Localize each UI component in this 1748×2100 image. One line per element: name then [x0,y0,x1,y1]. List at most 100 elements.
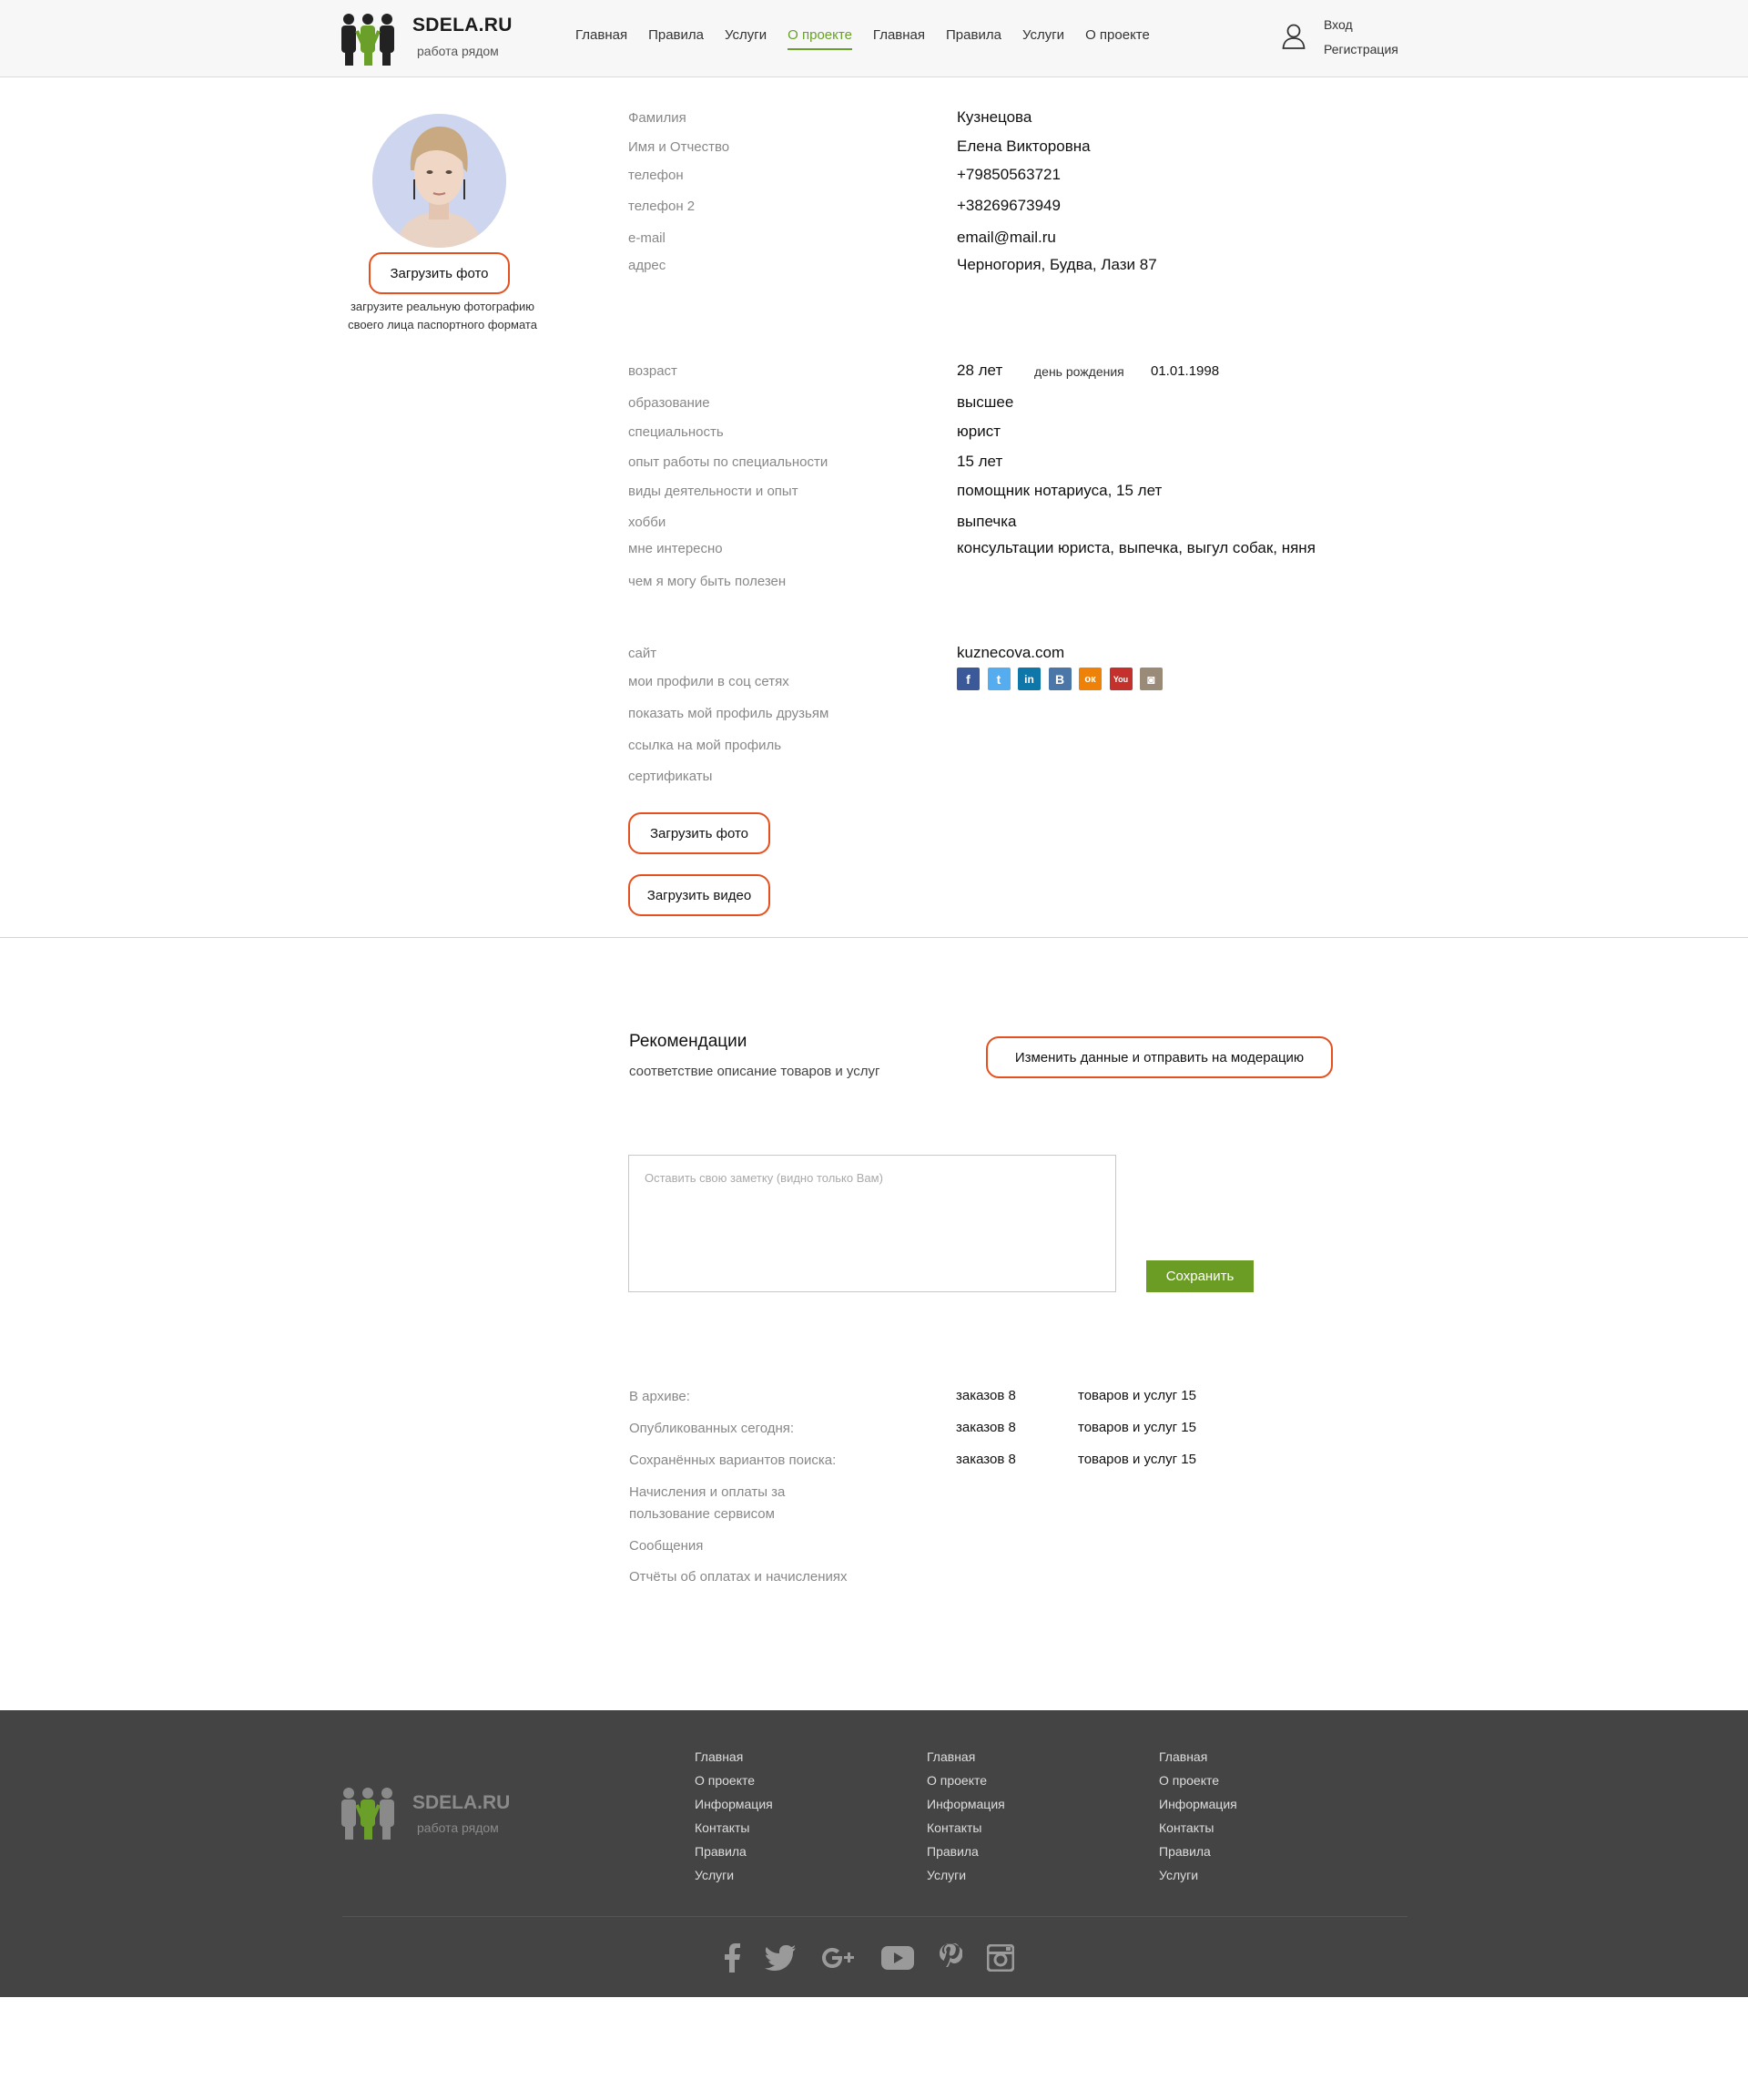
footer-brand: SDELA.RU [412,1792,511,1813]
vk-icon[interactable]: В [1048,668,1072,690]
phone-value: +79850563721 [957,166,1061,183]
lastname-label: Фамилия [628,110,686,126]
nav-item-rules[interactable]: Правила [648,27,704,50]
footer-link-contacts[interactable]: Контакты [695,1816,773,1840]
interests-label: мне интересно [628,541,723,556]
linkedin-icon[interactable]: in [1018,668,1041,690]
lastname-value: Кузнецова [957,108,1032,126]
footer-link-home[interactable]: Главная [1159,1745,1237,1769]
certificates-label: сертификаты [628,769,713,784]
hobby-label: хобби [628,515,666,530]
footer-link-about[interactable]: О проекте [927,1769,1005,1792]
phone2-value: +38269673949 [957,197,1061,214]
moderation-button[interactable]: Изменить данные и отправить на модерацию [986,1036,1333,1078]
footer-link-info[interactable]: Информация [695,1792,773,1816]
footer-link-services[interactable]: Услуги [1159,1863,1237,1887]
footer-link-contacts[interactable]: Контакты [927,1816,1005,1840]
google-plus-icon[interactable] [820,1940,857,1976]
upload-photo-button[interactable]: Загрузить фото [369,252,510,294]
save-button[interactable]: Сохранить [1146,1260,1254,1292]
logo-people-icon [341,14,394,66]
nav-item-rules-2[interactable]: Правила [946,27,1001,50]
footer-column-3: Главная О проекте Информация Контакты Пр… [1159,1745,1237,1887]
footer-column-1: Главная О проекте Информация Контакты Пр… [695,1745,773,1887]
footer-link-info[interactable]: Информация [1159,1792,1237,1816]
footer-social-icons [724,1940,1039,1976]
pinterest-icon[interactable] [939,1940,962,1976]
instagram-icon[interactable] [987,1940,1014,1976]
odnoklassniki-icon[interactable]: ок [1079,668,1102,690]
twitter-icon[interactable] [765,1940,796,1976]
show-friends-label[interactable]: показать мой профиль друзьям [628,706,828,721]
user-icon[interactable] [1282,24,1306,49]
footer-link-home[interactable]: Главная [927,1745,1005,1769]
payments-link[interactable]: Начисления и оплаты за пользование серви… [629,1482,838,1525]
footer-logo-icon[interactable] [340,1785,396,1841]
email-value: email@mail.ru [957,229,1056,246]
footer-divider [342,1916,1408,1917]
education-value: высшее [957,393,1014,411]
stat-archive-label[interactable]: В архиве: [629,1386,690,1408]
address-label: адрес [628,258,666,273]
register-link[interactable]: Регистрация [1324,42,1398,56]
useful-label: чем я могу быть полезен [628,574,787,589]
footer-link-rules[interactable]: Правила [927,1840,1005,1863]
stat-published-goods: товаров и услуг 15 [1078,1420,1196,1435]
auth-block: Вход Регистрация [1282,15,1428,64]
nav-item-about-2[interactable]: О проекте [1085,27,1150,50]
recommendations-subtitle: соответствие описание товаров и услуг [629,1064,880,1079]
nav-item-home-2[interactable]: Главная [873,27,925,50]
footer-link-home[interactable]: Главная [695,1745,773,1769]
footer-link-rules[interactable]: Правила [695,1840,773,1863]
activities-label: виды деятельности и опыт [628,484,798,499]
facebook-icon[interactable] [724,1940,740,1976]
birthday-value: 01.01.1998 [1151,363,1220,379]
footer-link-info[interactable]: Информация [927,1792,1005,1816]
payment-reports-link[interactable]: Отчёты об оплатах и начислениях [629,1566,847,1588]
stat-published-label[interactable]: Опубликованных сегодня: [629,1418,794,1440]
messages-link[interactable]: Сообщения [629,1535,703,1557]
nav-item-services[interactable]: Услуги [725,27,767,50]
youtube-icon[interactable] [881,1940,914,1976]
email-label: e-mail [628,230,666,246]
instagram-icon[interactable]: ◙ [1140,668,1163,690]
note-input[interactable] [628,1155,1116,1292]
footer-link-rules[interactable]: Правила [1159,1840,1237,1863]
recommendations-title: Рекомендации [629,1032,747,1051]
birthday-label: день рождения [1034,364,1124,379]
age-label: возраст [628,363,677,379]
nav-item-about[interactable]: О проекте [788,27,852,50]
facebook-icon[interactable]: f [957,668,980,690]
twitter-icon[interactable]: t [987,668,1011,690]
stat-saved-search-goods: товаров и услуг 15 [1078,1452,1196,1467]
phone2-label: телефон 2 [628,199,696,214]
footer-tagline: работа рядом [417,1820,499,1835]
footer-link-services[interactable]: Услуги [695,1863,773,1887]
stat-saved-search-orders: заказов 8 [956,1452,1016,1467]
footer-link-services[interactable]: Услуги [927,1863,1005,1887]
profile-link-label[interactable]: ссылка на мой профиль [628,738,781,753]
nav-item-services-2[interactable]: Услуги [1022,27,1064,50]
nav-item-home[interactable]: Главная [575,27,627,50]
name-value: Елена Викторовна [957,138,1091,155]
specialty-value: юрист [957,423,1001,440]
site-label: сайт [628,646,657,661]
footer-link-about[interactable]: О проекте [695,1769,773,1792]
login-link[interactable]: Вход [1324,17,1353,32]
stat-saved-search-label[interactable]: Сохранённых вариантов поиска: [629,1450,836,1472]
socials-label: мои профили в соц сетях [628,674,789,689]
hobby-value: выпечка [957,513,1017,530]
upload-cert-photo-button[interactable]: Загрузить фото [628,812,770,854]
profile-avatar [372,114,506,248]
upload-video-button[interactable]: Загрузить видео [628,874,770,916]
site-value[interactable]: kuznecova.com [957,644,1064,662]
footer-link-contacts[interactable]: Контакты [1159,1816,1237,1840]
site-header: SDELA.RU работа рядом Главная Правила Ус… [0,0,1748,77]
specialty-label: специальность [628,424,724,440]
experience-label: опыт работы по специальности [628,454,828,470]
site-logo[interactable]: SDELA.RU работа рядом [340,11,522,67]
stat-archive-orders: заказов 8 [956,1388,1016,1403]
profile-social-icons: f t in В ок You ◙ [957,668,1171,690]
footer-link-about[interactable]: О проекте [1159,1769,1237,1792]
youtube-icon[interactable]: You [1109,668,1133,690]
